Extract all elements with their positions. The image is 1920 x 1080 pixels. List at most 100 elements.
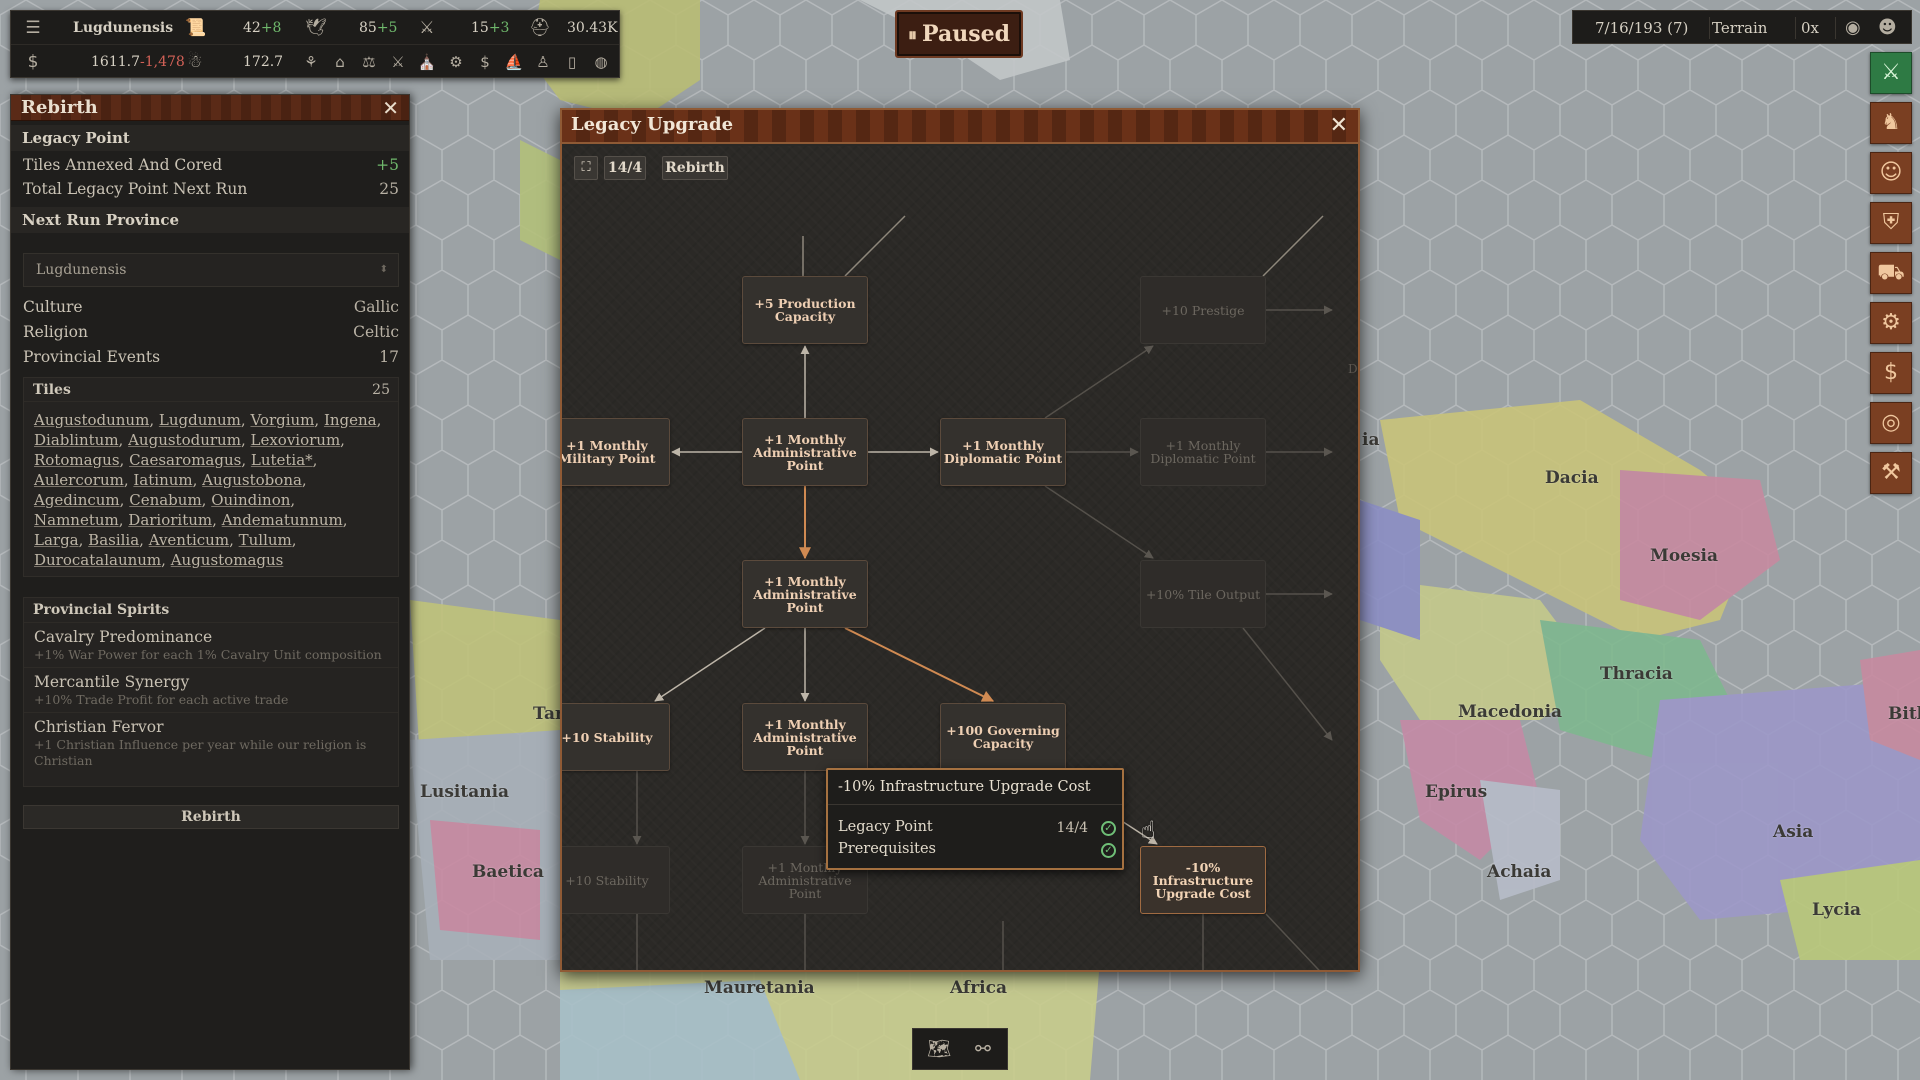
tile-link[interactable]: Cenabum (129, 491, 201, 509)
upgrade-node[interactable]: +5 Production Capacity (742, 276, 868, 344)
steam-icon[interactable]: ◉ (1845, 11, 1861, 45)
tile-link[interactable]: Durocatalaunum (34, 551, 161, 569)
tile-link[interactable]: Vorgium (250, 411, 314, 429)
tile-link[interactable]: Iatinum (133, 471, 192, 489)
upgrade-node[interactable]: +1 Monthly Administrative Point (742, 703, 868, 771)
money-icon[interactable]: $ (1870, 352, 1912, 394)
coins-icon[interactable]: ◎ (1870, 402, 1912, 444)
dollar-icon[interactable]: $ (475, 52, 495, 72)
stability-value: 172.7 (243, 54, 284, 70)
ship-icon[interactable]: ⛵ (504, 52, 524, 72)
tile-link[interactable]: Diablintum (34, 431, 119, 449)
map-mode-terrain[interactable]: Terrain (1712, 11, 1767, 45)
menu-icon[interactable]: ☰ (23, 18, 43, 38)
upgrade-node[interactable]: +1 Monthly Diplomatic Point (940, 418, 1066, 486)
scroll-icon[interactable]: 📜 (185, 18, 206, 38)
tree-icon[interactable]: ⚘ (301, 52, 321, 72)
upgrade-node[interactable]: +1 Monthly Military Point (562, 418, 670, 486)
tile-link[interactable]: Ingena (324, 411, 377, 429)
anvil-icon[interactable]: ⚒ (1870, 452, 1912, 494)
tile-link[interactable]: Andematunnum (222, 511, 343, 529)
scales-icon[interactable]: ⚖ (359, 52, 379, 72)
offscreen-node-stub: D (1348, 362, 1358, 376)
building-icon[interactable]: ⌂ (330, 52, 350, 72)
head-icon[interactable]: ☺ (1870, 152, 1912, 194)
fullscreen-icon[interactable]: ⛶ (574, 156, 598, 180)
upgrade-tooltip: -10% Infrastructure Upgrade Cost Legacy … (826, 768, 1124, 870)
map-icon[interactable]: 🗺 (921, 1034, 957, 1064)
tree-diagram-icon[interactable]: ⚯ (965, 1034, 1001, 1064)
helmet-icon[interactable]: ⛑ (529, 18, 551, 38)
gear-icon[interactable]: ⚙ (446, 52, 466, 72)
chevron-updown-icon: ⬍ (379, 264, 388, 275)
tile-link[interactable]: Ouindinon (211, 491, 290, 509)
upgrade-node[interactable]: -10% Infrastructure Upgrade Cost (1140, 846, 1266, 914)
tile-link[interactable]: Caesaromagus (129, 451, 241, 469)
population-icon[interactable]: ☃ (185, 52, 205, 72)
upgrade-node[interactable]: +100 Governing Capacity (940, 703, 1066, 771)
tile-link[interactable]: Augustomagus (171, 551, 284, 569)
upgrade-node[interactable]: +1 Monthly Administrative Point (742, 418, 868, 486)
tiles-list: Augustodunum, Lugdunum, Vorgium, Ingena,… (34, 411, 382, 569)
map-label-epirus: Epirus (1425, 782, 1488, 802)
temple-icon[interactable]: ⛪ (417, 52, 437, 72)
tile-link[interactable]: Darioritum (128, 511, 212, 529)
tile-link[interactable]: Namnetum (34, 511, 119, 529)
tile-link[interactable]: Tullum (239, 531, 292, 549)
discord-icon[interactable]: ☻ (1878, 11, 1897, 45)
tile-link[interactable]: Lutetia* (251, 451, 313, 469)
tree-edge (1265, 913, 1320, 970)
globe-icon[interactable]: ◍ (591, 52, 611, 72)
gear-icon[interactable]: ⚙ (1870, 302, 1912, 344)
carriage-icon[interactable]: ⛟ (1870, 252, 1912, 294)
dove-icon[interactable]: 🕊 (305, 18, 327, 38)
legacy-window-header: Legacy Upgrade ✕ (562, 110, 1358, 144)
close-icon[interactable]: ✕ (1330, 113, 1348, 138)
total-legacy-value: 25 (379, 180, 399, 198)
upgrade-node[interactable]: +10% Tile Output (1140, 560, 1266, 628)
close-icon[interactable]: ✕ (382, 96, 399, 120)
tile-link[interactable]: Augustodunum (34, 411, 149, 429)
book-icon[interactable]: ▯ (562, 52, 582, 72)
coin-icon[interactable]: $ (23, 52, 43, 72)
rebirth-tree-button[interactable]: Rebirth (662, 156, 728, 180)
upgrade-node[interactable]: +10 Stability (562, 846, 670, 914)
tiles-annexed-value: +5 (376, 156, 399, 174)
tile-link[interactable]: Rotomagus (34, 451, 120, 469)
tile-link[interactable]: Basilia (88, 531, 139, 549)
province-select[interactable]: Lugdunensis ⬍ (23, 253, 399, 287)
tiles-annexed-label: Tiles Annexed And Cored (23, 156, 223, 174)
statue-icon[interactable]: ♙ (533, 52, 553, 72)
upgrade-node[interactable]: +10 Prestige (1140, 276, 1266, 344)
tile-link[interactable]: Larga (34, 531, 79, 549)
tile-link[interactable]: Aventicum (149, 531, 229, 549)
upgrade-node[interactable]: +1 Monthly Diplomatic Point (1140, 418, 1266, 486)
tile-link[interactable]: Augustodurum (128, 431, 241, 449)
horse-icon[interactable]: ♞ (1870, 102, 1912, 144)
upgrade-node[interactable]: +1 Monthly Administrative Point (742, 560, 868, 628)
tiles-header-label: Tiles (33, 382, 71, 398)
events-row[interactable]: Provincial Events 17 (23, 345, 399, 369)
tile-link[interactable]: Lugdunum (159, 411, 241, 429)
spirits-header: Provincial Spirits (33, 602, 170, 618)
game-speed[interactable]: 0x (1801, 11, 1819, 45)
resource-row-top: ☰ Lugdunensis 📜 42+8 🕊 85+5 ⚔ 15+3 ⛑ 30.… (11, 11, 619, 45)
tile-link[interactable]: Agedincum (34, 491, 120, 509)
map-label-achaia: Achaia (1487, 862, 1552, 882)
tiles-box: Tiles 25 Augustodunum, Lugdunum, Vorgium… (23, 377, 399, 577)
tile-link[interactable]: Aulercorum (34, 471, 124, 489)
shield-icon[interactable]: ⛨ (1870, 202, 1912, 244)
spirit-description: +1 Christian Influence per year while ou… (34, 737, 367, 768)
upgrade-node[interactable]: +10 Stability (562, 703, 670, 771)
game-date[interactable]: 7/16/193 (7) (1595, 11, 1688, 45)
map-label-lusitania: Lusitania (420, 782, 510, 802)
swords-icon[interactable]: ⚔ (388, 52, 408, 72)
crossed-swords-icon[interactable]: ⚔ (417, 18, 437, 38)
mouse-cursor-icon: ☝ (1141, 816, 1156, 844)
crossed-swords-icon[interactable]: ⚔ (1870, 52, 1912, 94)
tile-link[interactable]: Lexoviorum (250, 431, 340, 449)
tile-link[interactable]: Augustobona (202, 471, 302, 489)
rebirth-button[interactable]: Rebirth (23, 805, 399, 829)
resource-bar: ☰ Lugdunensis 📜 42+8 🕊 85+5 ⚔ 15+3 ⛑ 30.… (10, 10, 620, 78)
paused-button[interactable]: ⏸ Paused (895, 10, 1023, 58)
